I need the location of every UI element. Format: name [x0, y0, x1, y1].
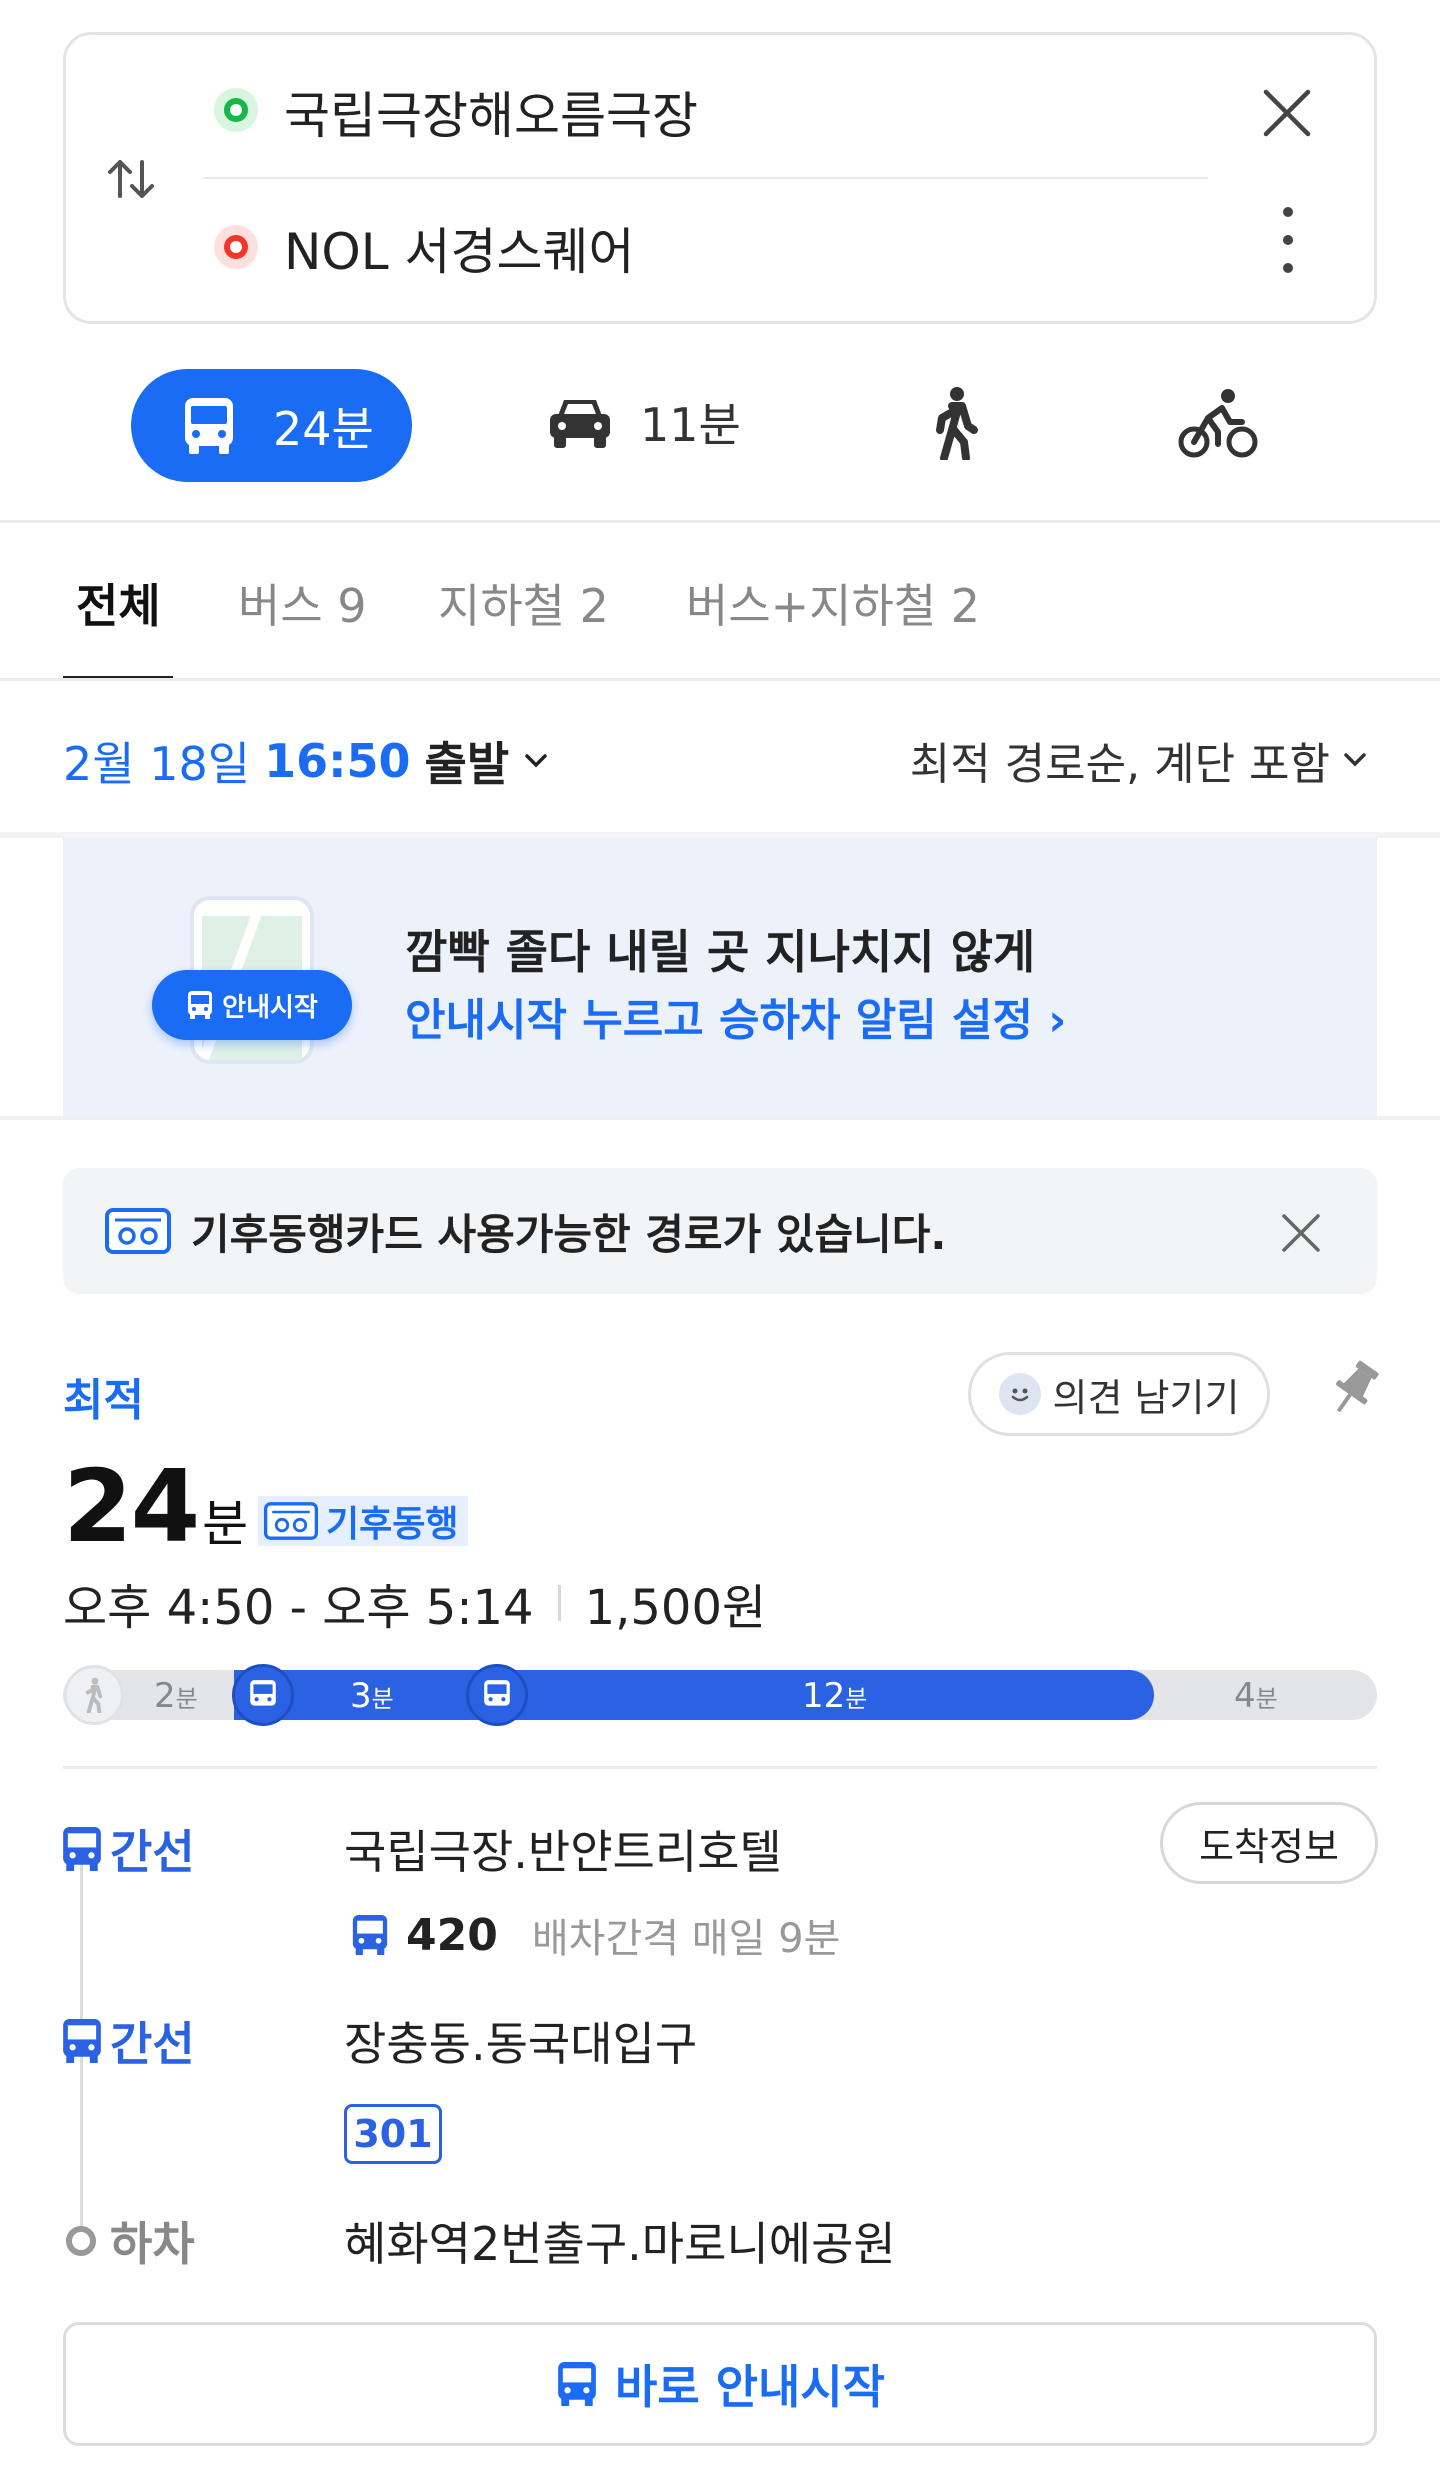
chevron-down-icon	[525, 754, 547, 768]
climate-tag: 기후동행	[258, 1496, 469, 1546]
bus-number-badge[interactable]: 301	[344, 2104, 442, 2164]
tab-bus-subway[interactable]: 버스+지하철 2	[686, 570, 980, 636]
arrival-info-button[interactable]: 도착정보	[1160, 1802, 1378, 1884]
close-icon[interactable]	[1260, 86, 1314, 140]
banner-pill-label: 안내시작	[222, 992, 318, 1023]
bus-icon	[466, 1664, 528, 1726]
time-fare-row: 오후 4:50 - 오후 5:14 1,500원	[63, 1568, 766, 1638]
mode-transit-time: 24분	[273, 401, 374, 456]
notice-text: 기후동행카드 사용가능한 경로가 있습니다.	[191, 1209, 947, 1259]
pin-icon[interactable]	[1326, 1358, 1382, 1420]
close-icon[interactable]	[1280, 1212, 1322, 1254]
destination-marker-icon	[214, 225, 258, 269]
origin-marker-icon	[214, 88, 258, 132]
board-stop[interactable]: 국립극장.반얀트리호텔	[344, 1816, 782, 1882]
segment-label: 4분	[1234, 1676, 1278, 1716]
departure-suffix: 출발	[424, 737, 510, 791]
section-divider	[0, 520, 1440, 523]
walk-icon[interactable]	[930, 386, 980, 460]
start-navigation-button[interactable]: 바로 안내시작	[63, 2322, 1377, 2446]
feedback-button[interactable]: 의견 남기기	[968, 1352, 1270, 1436]
step-mode-label: 간선	[60, 1816, 195, 1882]
section-divider	[0, 1116, 1440, 1120]
climate-card-icon	[264, 1502, 318, 1540]
duration-number: 24	[63, 1448, 200, 1565]
departure-date: 2월 18일	[63, 737, 251, 791]
departure-time: 16:50	[264, 734, 411, 788]
bus-number: 420	[406, 1909, 498, 1961]
bus-icon	[558, 2362, 596, 2406]
route-badge: 최적	[63, 1375, 144, 1426]
step-mode-label: 간선	[60, 2008, 195, 2074]
swap-icon[interactable]	[104, 152, 158, 206]
alight-dot-icon	[66, 2226, 96, 2256]
transfer-stop[interactable]: 장충동.동국대입구	[344, 2008, 697, 2074]
departure-time-selector[interactable]: 2월 18일 16:50 출발	[63, 728, 553, 794]
sort-selector[interactable]: 최적 경로순, 계단 포함	[910, 728, 1372, 792]
banner-start-pill: 안내시작	[152, 970, 352, 1040]
mode-car-button[interactable]: 11분	[546, 389, 741, 455]
tab-all[interactable]: 전체	[76, 570, 161, 636]
search-divider	[204, 177, 1208, 179]
banner-link[interactable]: 안내시작 누르고 승하차 알림 설정 ›	[405, 984, 1066, 1048]
walk-icon	[64, 1665, 124, 1725]
tab-subway[interactable]: 지하철 2	[438, 570, 609, 636]
bus-icon	[63, 2019, 101, 2063]
step-mode-label: 하차	[66, 2208, 195, 2274]
chevron-down-icon	[1344, 753, 1366, 767]
tab-bus[interactable]: 버스 9	[238, 570, 367, 636]
mode-transit-button[interactable]: 24분	[131, 369, 412, 482]
feedback-label: 의견 남기기	[1052, 1375, 1240, 1420]
bus-icon	[188, 991, 213, 1019]
bus-icon	[232, 1664, 294, 1726]
bus-interval: 배차간격 매일 9분	[531, 1916, 841, 1962]
origin-input[interactable]: 국립극장해오름극장	[284, 76, 698, 148]
start-navigation-label: 바로 안내시작	[615, 2360, 885, 2414]
climate-card-icon	[105, 1208, 171, 1254]
separator	[557, 1585, 561, 1621]
destination-input[interactable]: NOL 서경스퀘어	[284, 212, 635, 284]
smile-icon	[998, 1373, 1041, 1415]
bus-icon	[63, 1827, 101, 1871]
duration-unit: 분	[202, 1495, 249, 1553]
segment-label: 3분	[350, 1676, 394, 1716]
time-range: 오후 4:50 - 오후 5:14	[63, 1580, 534, 1636]
bus-icon	[185, 397, 233, 454]
tab-divider	[0, 678, 1440, 681]
bike-icon[interactable]	[1178, 388, 1258, 460]
bus-number-row[interactable]: 420 배차간격 매일 9분	[350, 1906, 840, 1964]
bus-icon	[352, 1915, 388, 1955]
route-duration: 24 분	[63, 1448, 248, 1565]
banner-title: 깜빡 졸다 내릴 곳 지나치지 않게	[405, 925, 1036, 979]
car-icon	[550, 400, 610, 448]
segment-label: 12분	[802, 1676, 868, 1716]
fare: 1,500원	[584, 1580, 767, 1636]
alight-stop[interactable]: 혜화역2번출구.마로니에공원	[344, 2208, 896, 2274]
mode-car-time: 11분	[640, 398, 741, 452]
climate-card-notice: 기후동행카드 사용가능한 경로가 있습니다.	[63, 1168, 1377, 1294]
more-vertical-icon[interactable]	[1280, 204, 1296, 276]
sort-label: 최적 경로순, 계단 포함	[909, 739, 1330, 790]
climate-tag-label: 기후동행	[326, 1504, 459, 1545]
segment-label: 2분	[154, 1676, 198, 1716]
section-divider	[63, 1766, 1377, 1769]
